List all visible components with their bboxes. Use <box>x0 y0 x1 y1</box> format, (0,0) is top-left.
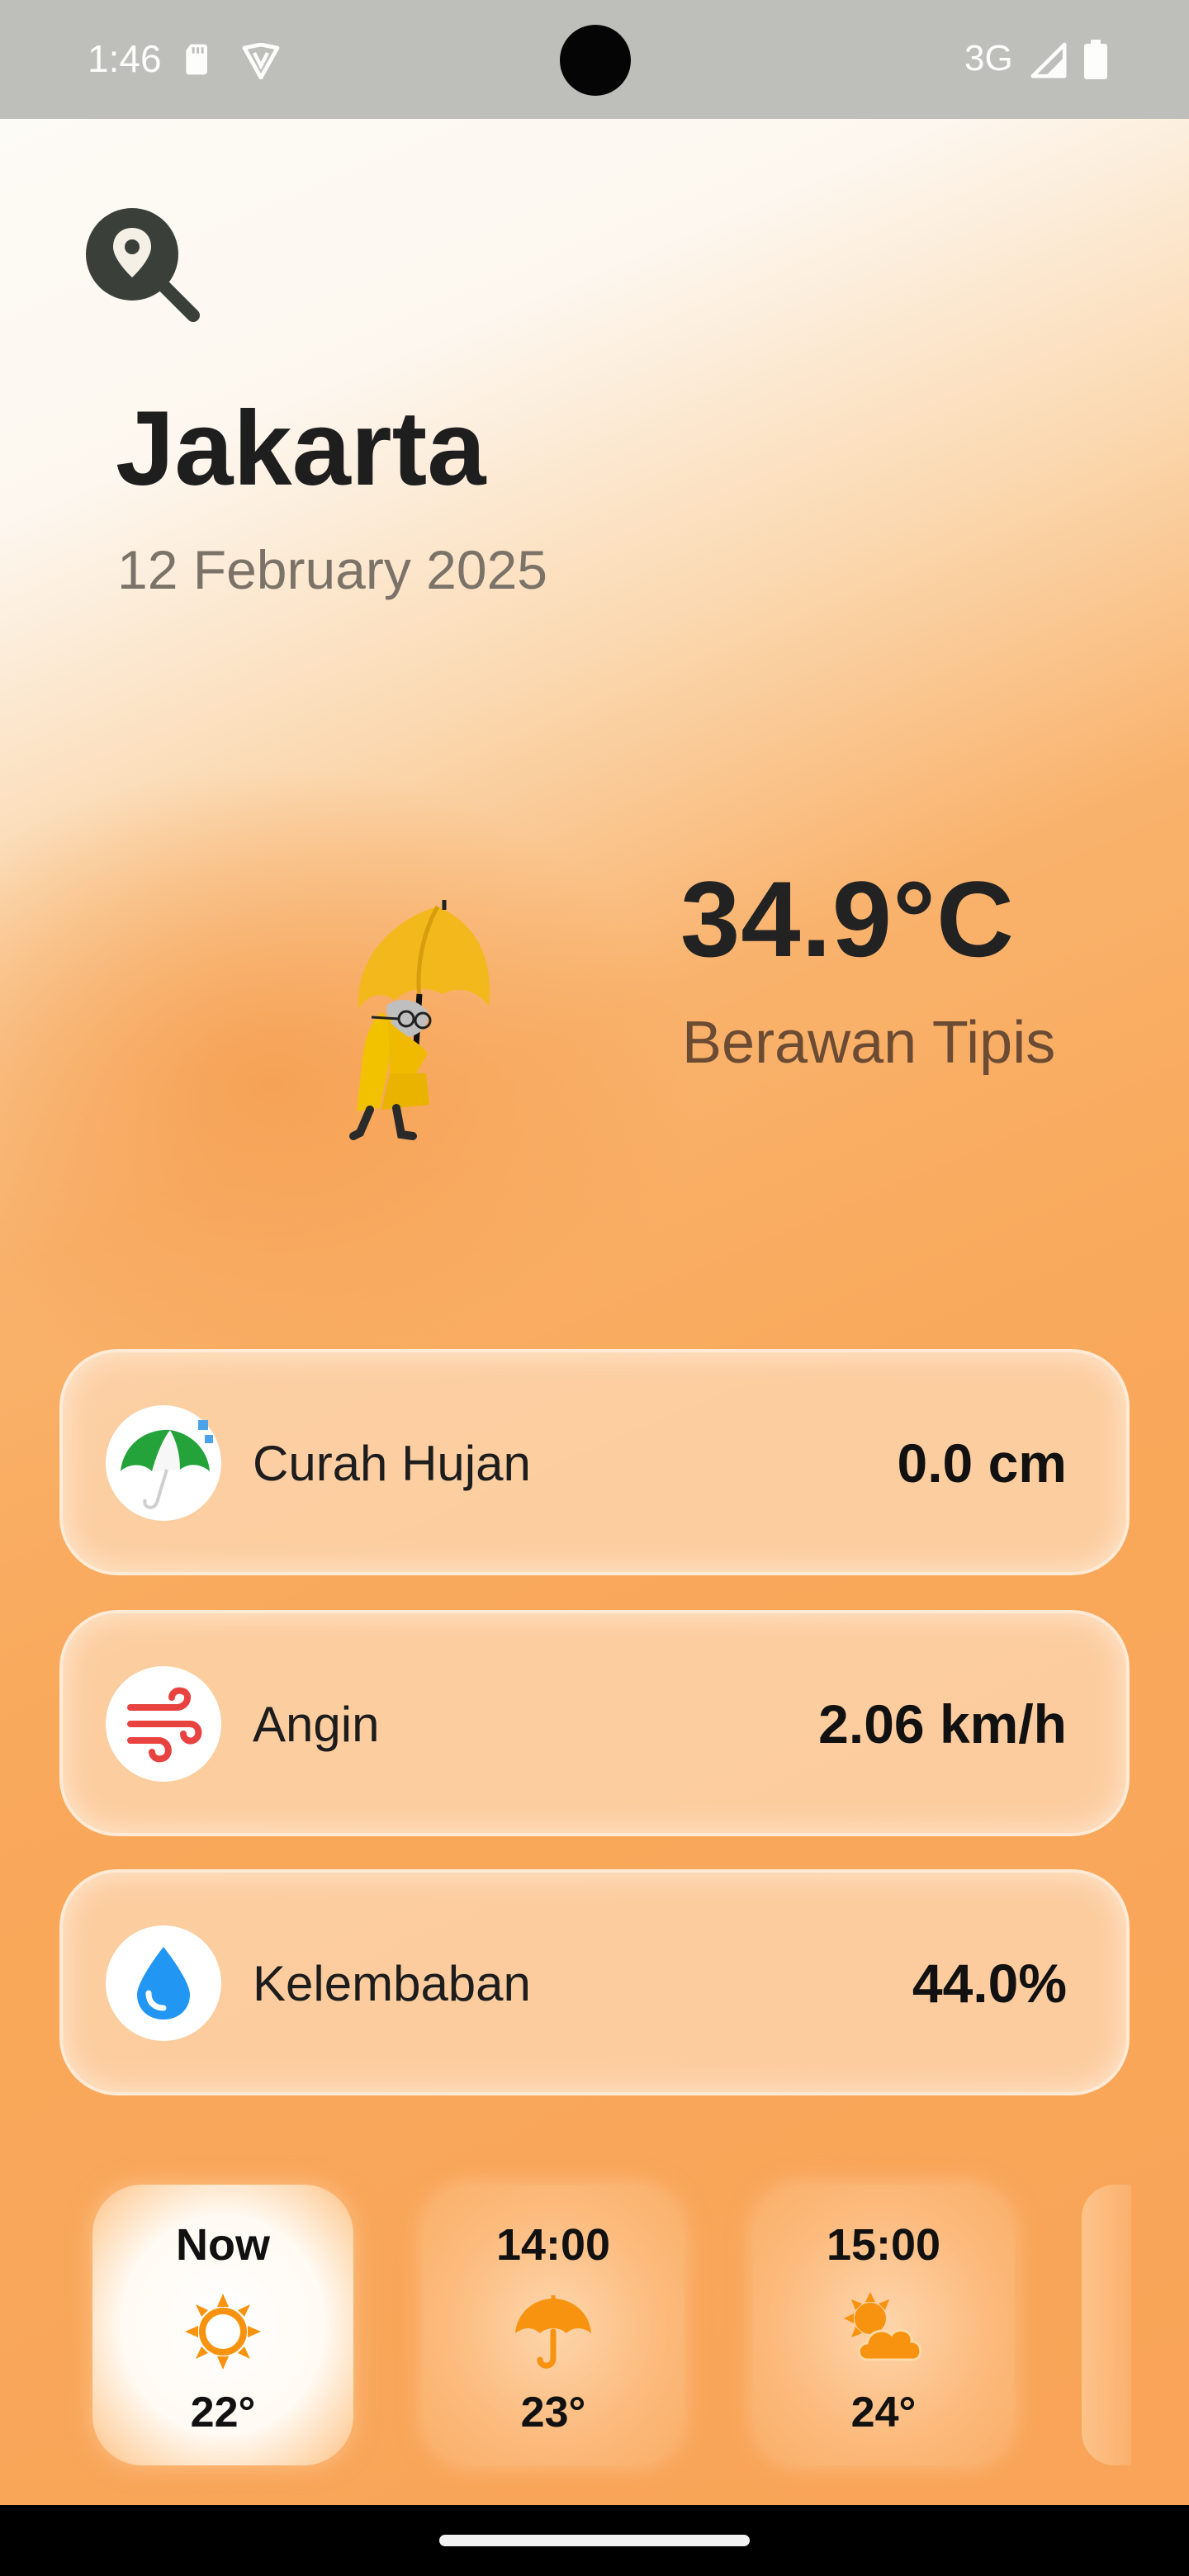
wind-card: Angin 2.06 km/h <box>59 1610 1130 1836</box>
humidity-value: 44.0% <box>912 1953 1067 2014</box>
signal-icon <box>1030 42 1067 78</box>
weather-screen: 1:46 3G Jakarta 12 February 2025 34.9°C … <box>0 0 1189 2576</box>
sd-card-icon <box>186 44 207 75</box>
hourly-time: Now <box>176 2220 270 2270</box>
hourly-card-1400[interactable]: 14:00 23° <box>423 2185 684 2465</box>
water-drop-icon <box>137 1947 190 2020</box>
current-temperature: 34.9°C <box>680 859 1015 979</box>
wind-icon-badge <box>106 1666 221 1782</box>
rainfall-value: 0.0 cm <box>897 1432 1067 1494</box>
hourly-temp: 24° <box>850 2389 917 2436</box>
sun-cloud-icon <box>844 2292 922 2361</box>
rainfall-label: Curah Hujan <box>253 1436 531 1491</box>
rainfall-icon-badge <box>106 1405 221 1521</box>
city-name: Jakarta <box>116 390 486 508</box>
umbrella-icon <box>121 1420 213 1509</box>
vpn-shield-icon <box>242 43 280 79</box>
home-gesture-handle[interactable] <box>439 2535 750 2546</box>
weather-condition: Berawan Tipis <box>682 1010 1056 1076</box>
wind-value: 2.06 km/h <box>818 1693 1067 1754</box>
front-camera-cutout <box>560 25 631 96</box>
humidity-icon-badge <box>106 1925 221 2041</box>
hourly-temp: 23° <box>520 2389 586 2436</box>
humidity-card: Kelembaban 44.0% <box>59 1869 1130 2095</box>
wind-label: Angin <box>253 1697 380 1752</box>
network-type-label: 3G <box>964 38 1013 78</box>
hourly-card-next-partial[interactable] <box>1082 2185 1131 2465</box>
battery-icon <box>1084 40 1107 79</box>
hourly-card-1500[interactable]: 15:00 24° <box>753 2185 1014 2465</box>
wind-icon <box>127 1687 202 1763</box>
person-with-umbrella-illustration <box>349 900 490 1140</box>
status-bar: 1:46 3G <box>0 0 1189 119</box>
hourly-time: 14:00 <box>495 2220 611 2270</box>
current-date: 12 February 2025 <box>117 539 548 600</box>
hourly-card-now[interactable]: Now 22° <box>92 2185 353 2465</box>
rainfall-card: Curah Hujan 0.0 cm <box>59 1349 1130 1575</box>
humidity-label: Kelembaban <box>253 1956 531 2011</box>
sun-icon <box>185 2294 261 2370</box>
hourly-temp: 22° <box>190 2389 256 2436</box>
location-search-icon[interactable] <box>79 201 203 325</box>
umbrella-rain-icon <box>515 2295 591 2369</box>
hourly-time: 15:00 <box>826 2220 941 2270</box>
status-time: 1:46 <box>88 37 162 80</box>
